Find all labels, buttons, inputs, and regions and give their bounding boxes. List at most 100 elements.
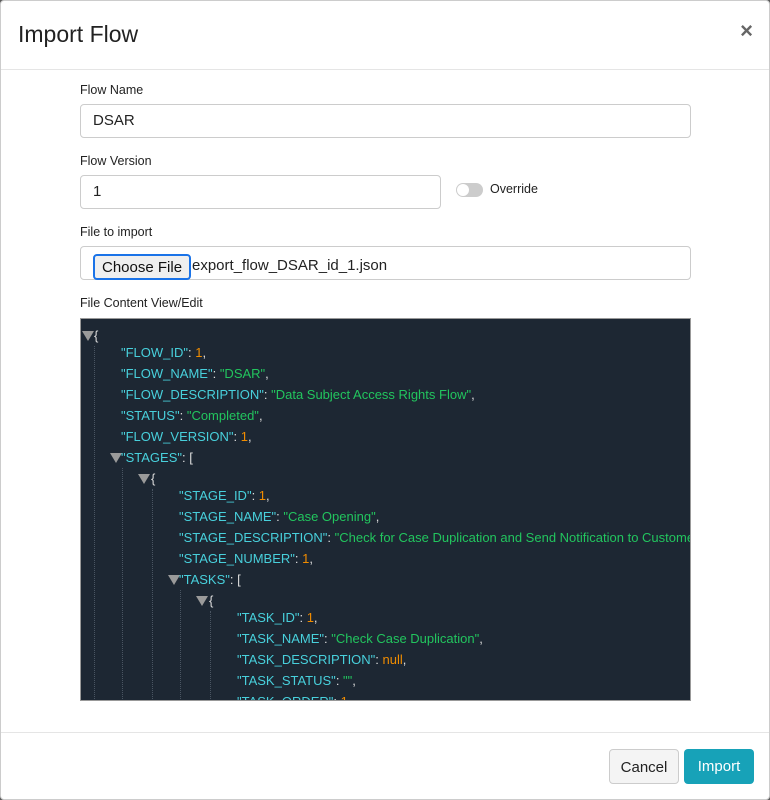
json-colon: : — [327, 530, 335, 545]
indent-guide — [94, 346, 95, 700]
indent-guide — [152, 489, 153, 700]
json-line: "TASK_DESCRIPTION": null, — [237, 652, 406, 667]
json-comma: , — [266, 488, 270, 503]
json-key: "FLOW_VERSION" — [121, 429, 234, 444]
json-comma: , — [248, 429, 252, 444]
flow-name-label: Flow Name — [80, 83, 144, 97]
json-value: 1 — [306, 610, 314, 625]
json-line: "STAGE_NAME": "Case Opening", — [179, 509, 379, 524]
json-value: null — [382, 652, 403, 667]
json-editor[interactable]: {"FLOW_ID": 1, "FLOW_NAME": "DSAR", "FLOW_… — [80, 318, 691, 701]
collapse-triangle-icon[interactable] — [196, 596, 208, 606]
json-colon: : — [251, 488, 259, 503]
json-value: "Check Case Duplication" — [331, 631, 480, 646]
json-comma: , — [348, 694, 352, 700]
json-key: "STAGE_NUMBER" — [179, 551, 295, 566]
json-comma: , — [402, 652, 407, 667]
json-colon: : — [299, 610, 307, 625]
indent-guide — [180, 590, 181, 700]
collapse-triangle-icon[interactable] — [82, 331, 94, 341]
collapse-triangle-icon[interactable] — [138, 474, 150, 484]
toggle-knob — [457, 184, 469, 196]
json-line: "FLOW_VERSION": 1, — [121, 429, 252, 444]
json-line: "STAGE_ID": 1, — [179, 488, 270, 503]
import-button[interactable]: Import — [684, 749, 754, 784]
json-comma: , — [258, 408, 263, 423]
choose-file-button[interactable]: Choose File — [93, 254, 192, 280]
json-line: "STAGES": [ — [121, 450, 193, 465]
json-key: "TASK_STATUS" — [237, 673, 336, 688]
json-key: "STAGE_NAME" — [179, 509, 277, 524]
override-toggle[interactable] — [456, 183, 483, 197]
json-value: "Check for Case Duplication and Send Not… — [334, 530, 691, 545]
json-colon: : — [333, 694, 340, 700]
json-value: "Completed" — [186, 408, 259, 423]
json-key: "FLOW_ID" — [121, 345, 189, 360]
json-comma: , — [202, 345, 207, 360]
json-value: "" — [343, 673, 353, 688]
json-brace: { — [209, 593, 214, 608]
json-value: "Case Opening" — [283, 509, 376, 524]
cancel-button[interactable]: Cancel — [609, 749, 679, 784]
json-line: { — [151, 471, 155, 486]
json-line: "TASKS": [ — [179, 572, 241, 587]
json-key: "TASK_ORDER" — [237, 694, 333, 700]
json-colon: : — [263, 387, 272, 402]
json-key: "TASK_NAME" — [237, 631, 325, 646]
json-comma: , — [313, 610, 318, 625]
json-line: "STATUS": "Completed", — [121, 408, 263, 423]
indent-guide — [122, 468, 123, 700]
json-brace: { — [94, 328, 99, 343]
json-key: "TASKS" — [179, 572, 230, 587]
json-line: "TASK_ORDER": 1, — [237, 694, 352, 700]
json-value: 1 — [341, 694, 348, 700]
dialog-header: Import Flow × — [1, 1, 769, 70]
json-value: 1 — [240, 429, 248, 444]
json-line: "TASK_STATUS": "", — [237, 673, 356, 688]
json-value: "Data Subject Access Rights Flow" — [271, 387, 472, 402]
json-key: "STAGES" — [121, 450, 183, 465]
json-value: [ — [237, 572, 241, 587]
json-comma: , — [471, 387, 475, 402]
close-icon[interactable]: × — [740, 18, 753, 44]
json-value: [ — [189, 450, 193, 465]
json-brace: { — [151, 471, 156, 486]
json-colon: : — [233, 429, 241, 444]
dialog-footer — [1, 732, 769, 733]
json-colon: : — [335, 673, 344, 688]
json-value: "DSAR" — [219, 366, 266, 381]
json-line: "TASK_NAME": "Check Case Duplication", — [237, 631, 483, 646]
file-content-label: File Content View/Edit — [80, 296, 203, 310]
json-line: "FLOW_NAME": "DSAR", — [121, 366, 269, 381]
json-key: "STAGE_ID" — [179, 488, 252, 503]
json-colon: : — [212, 366, 220, 381]
dialog-title: Import Flow — [18, 21, 139, 47]
json-comma: , — [375, 509, 380, 524]
selected-file-name: export_flow_DSAR_id_1.json — [192, 257, 388, 274]
override-label: Override — [490, 182, 538, 196]
json-key: "STAGE_DESCRIPTION" — [179, 530, 328, 545]
flow-name-input[interactable]: DSAR — [80, 104, 691, 138]
flow-version-label: Flow Version — [80, 154, 152, 168]
flow-version-input[interactable]: 1 — [80, 175, 441, 209]
json-line: { — [209, 593, 213, 608]
json-line: "STAGE_DESCRIPTION": "Check for Case Dup… — [179, 530, 691, 545]
json-line: "FLOW_DESCRIPTION": "Data Subject Access… — [121, 387, 475, 402]
json-key: "FLOW_NAME" — [121, 366, 213, 381]
json-colon: : — [375, 652, 383, 667]
json-line: { — [94, 328, 98, 343]
json-line: "TASK_ID": 1, — [237, 610, 318, 625]
file-to-import-label: File to import — [80, 225, 153, 239]
json-key: "TASK_DESCRIPTION" — [237, 652, 376, 667]
json-value: 1 — [258, 488, 267, 503]
json-key: "TASK_ID" — [237, 610, 300, 625]
json-comma: , — [309, 551, 313, 566]
json-line: "STAGE_NUMBER": 1, — [179, 551, 313, 566]
json-colon: : — [179, 408, 187, 423]
json-key: "STATUS" — [121, 408, 180, 423]
json-comma: , — [352, 673, 356, 688]
import-flow-dialog: Import Flow × Flow Name DSAR Flow Versio… — [0, 0, 770, 800]
json-comma: , — [479, 631, 483, 646]
json-line: "FLOW_ID": 1, — [121, 345, 206, 360]
json-comma: , — [265, 366, 269, 381]
